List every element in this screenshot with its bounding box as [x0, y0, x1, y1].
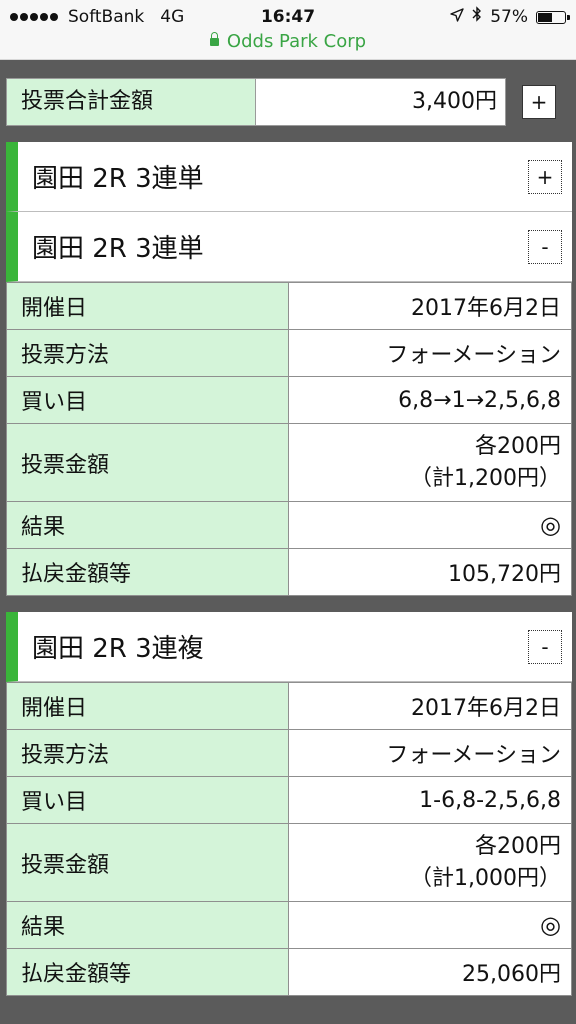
collapse-button[interactable]: -	[528, 629, 562, 664]
row-label: 払戻金額等	[6, 948, 289, 996]
row-label: 開催日	[6, 282, 289, 330]
table-row: 開催日 2017年6月2日	[6, 682, 572, 730]
race-header[interactable]: 園田 2R 3連複 -	[6, 612, 572, 682]
row-value: 105,720円	[288, 548, 572, 596]
status-bar: SoftBank 4G 16:47 57% Odds Park Corp	[0, 0, 576, 60]
race-header[interactable]: 園田 2R 3連単 -	[6, 212, 572, 282]
bet-each: 各200円	[475, 833, 561, 859]
table-row: 投票金額 各200円 （計1,000円）	[6, 823, 572, 902]
row-value: 1-6,8-2,5,6,8	[288, 776, 572, 824]
collapse-button[interactable]: -	[528, 229, 562, 264]
result-mark: ◎	[288, 901, 572, 949]
row-label: 結果	[6, 901, 289, 949]
table-row: 買い目 6,8→1→2,5,6,8	[6, 376, 572, 424]
result-mark: ◎	[288, 501, 572, 549]
race-detail-table: 開催日 2017年6月2日 投票方法 フォーメーション 買い目 6,8→1→2,…	[6, 282, 572, 596]
race-title: 園田 2R 3連単	[32, 164, 204, 194]
race-title: 園田 2R 3連複	[32, 634, 204, 664]
table-row: 結果 ◎	[6, 501, 572, 549]
race-header[interactable]: 園田 2R 3連単 +	[6, 142, 572, 212]
row-label: 開催日	[6, 682, 289, 730]
total-label: 投票合計金額	[6, 78, 256, 126]
row-value: フォーメーション	[288, 729, 572, 777]
bet-each: 各200円	[475, 433, 561, 459]
table-row: 結果 ◎	[6, 901, 572, 949]
race-detail-table: 開催日 2017年6月2日 投票方法 フォーメーション 買い目 1-6,8-2,…	[6, 682, 572, 996]
url-bar[interactable]: Odds Park Corp	[0, 31, 576, 53]
bet-total: （計1,000円）	[410, 865, 561, 891]
race-title: 園田 2R 3連単	[32, 234, 204, 264]
bluetooth-icon	[472, 6, 482, 28]
table-row: 払戻金額等 25,060円	[6, 948, 572, 996]
row-value: 各200円 （計1,200円）	[288, 423, 572, 502]
table-row: 払戻金額等 105,720円	[6, 548, 572, 596]
row-value: 6,8→1→2,5,6,8	[288, 376, 572, 424]
expand-button[interactable]: +	[528, 159, 562, 194]
row-label: 投票金額	[6, 823, 289, 902]
row-label: 結果	[6, 501, 289, 549]
battery-icon	[536, 10, 570, 24]
row-value: 2017年6月2日	[288, 682, 572, 730]
table-row: 投票方法 フォーメーション	[6, 729, 572, 777]
table-row: 買い目 1-6,8-2,5,6,8	[6, 776, 572, 824]
lock-icon	[209, 32, 219, 46]
row-label: 投票方法	[6, 729, 289, 777]
row-label: 払戻金額等	[6, 548, 289, 596]
row-label: 買い目	[6, 376, 289, 424]
table-row: 投票方法 フォーメーション	[6, 329, 572, 377]
row-value: 2017年6月2日	[288, 282, 572, 330]
table-row: 開催日 2017年6月2日	[6, 282, 572, 330]
row-label: 投票金額	[6, 423, 289, 502]
total-summary: 投票合計金額 3,400円 +	[6, 78, 572, 126]
row-value: フォーメーション	[288, 329, 572, 377]
bet-total: （計1,200円）	[410, 465, 561, 491]
row-value: 25,060円	[288, 948, 572, 996]
row-value: 各200円 （計1,000円）	[288, 823, 572, 902]
battery-percent: 57%	[490, 7, 528, 27]
table-row: 投票金額 各200円 （計1,200円）	[6, 423, 572, 502]
row-label: 買い目	[6, 776, 289, 824]
row-label: 投票方法	[6, 329, 289, 377]
main-content: 投票合計金額 3,400円 + 園田 2R 3連単 + 園田 2R 3連単 - …	[6, 78, 572, 1012]
site-name: Odds Park Corp	[226, 31, 367, 52]
total-amount: 3,400円	[256, 78, 506, 126]
total-expand-button[interactable]: +	[522, 85, 556, 119]
location-arrow-icon	[450, 6, 464, 28]
